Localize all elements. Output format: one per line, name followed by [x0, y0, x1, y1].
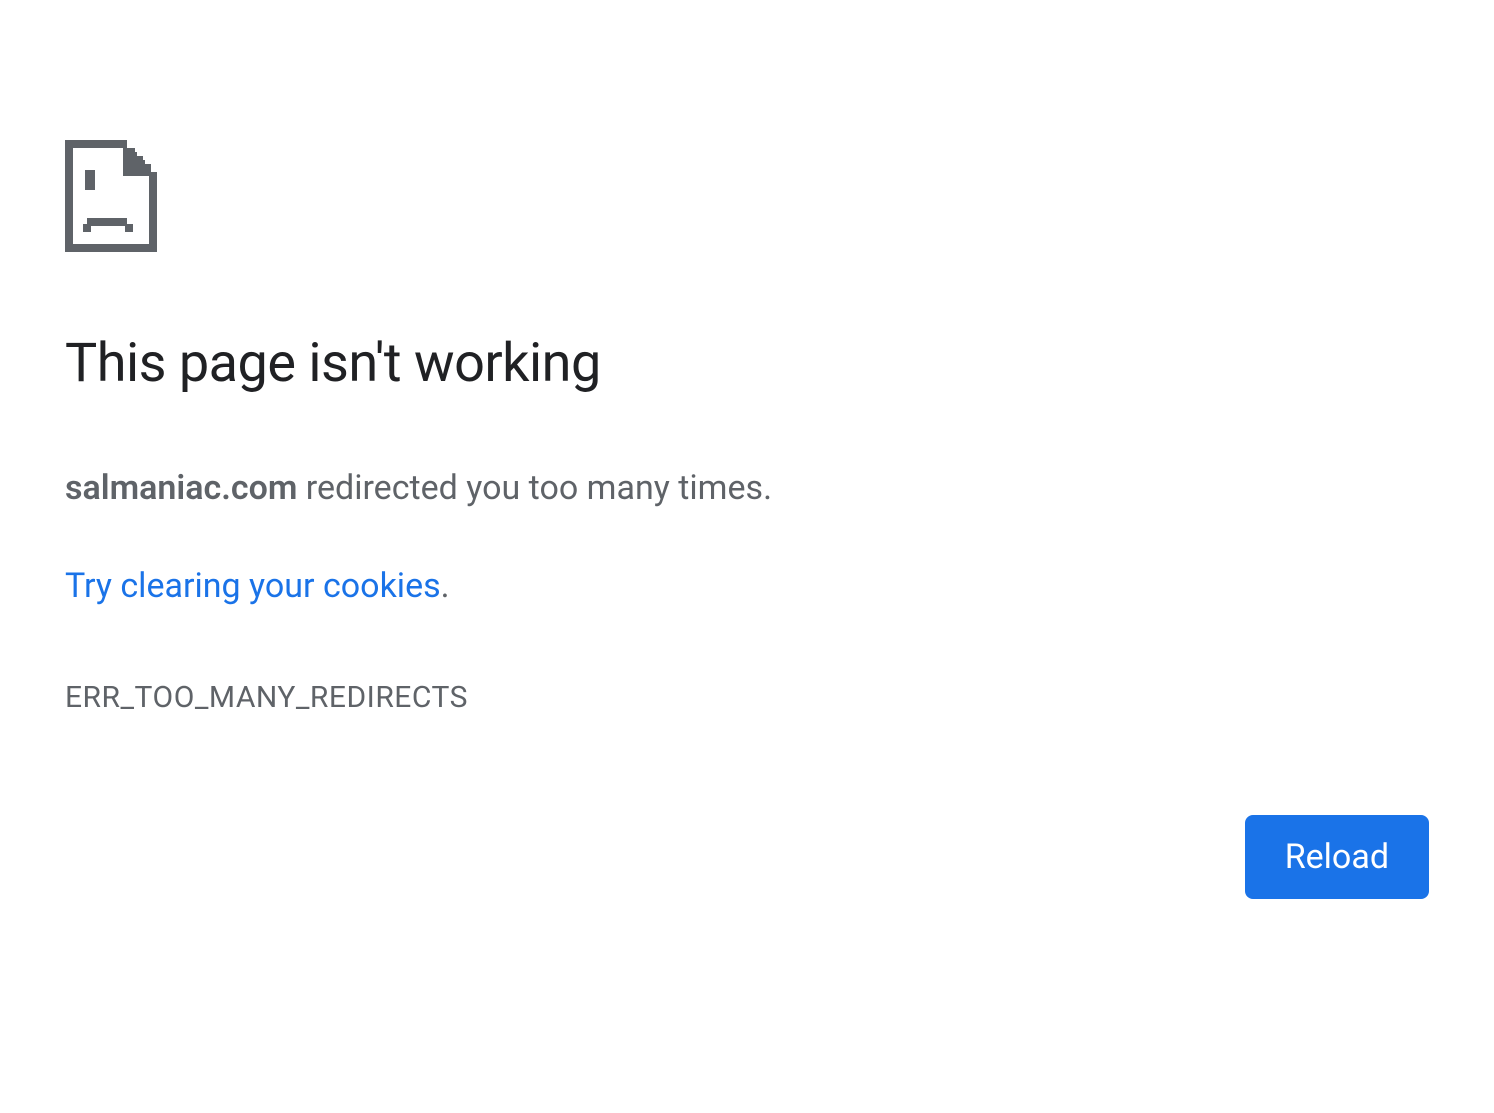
suggestion-period: . [441, 566, 450, 606]
sad-page-icon [65, 140, 157, 252]
error-description-suffix: redirected you too many times. [297, 468, 772, 508]
error-icon-wrap [65, 140, 1429, 252]
clear-cookies-link[interactable]: Try clearing your cookies [65, 566, 441, 606]
error-page-container: This page isn't working salmaniac.com re… [0, 0, 1494, 715]
error-suggestion: Try clearing your cookies. [65, 563, 1429, 611]
error-code: ERR_TOO_MANY_REDIRECTS [65, 680, 1429, 715]
error-domain: salmaniac.com [65, 468, 297, 508]
error-heading: This page isn't working [65, 332, 1429, 395]
reload-button[interactable]: Reload [1245, 815, 1429, 899]
error-description: salmaniac.com redirected you too many ti… [65, 465, 1429, 513]
